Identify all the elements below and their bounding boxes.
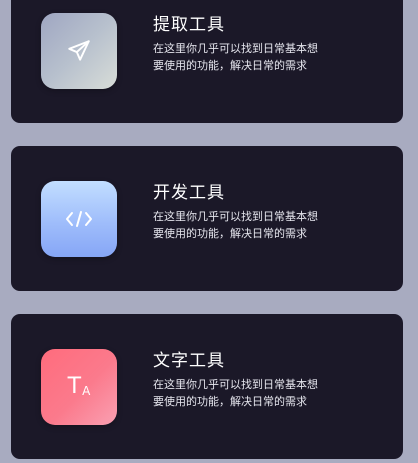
- text-icon-big-letter: T: [67, 374, 82, 399]
- code-icon: [66, 211, 92, 227]
- paper-plane-icon: [68, 40, 90, 61]
- text-size-icon: T A: [68, 376, 91, 398]
- text-icon-small-letter: A: [82, 384, 91, 398]
- tool-card-text[interactable]: T A 文字工具 在这里你几乎可以找到日常基本想要使用的功能，解决日常的需求: [11, 314, 403, 459]
- card-title: 开发工具: [153, 183, 225, 203]
- text-tool-icon-tile: T A: [41, 349, 117, 425]
- card-description: 在这里你几乎可以找到日常基本想要使用的功能，解决日常的需求: [153, 378, 318, 408]
- extract-tool-icon-tile: [41, 13, 117, 89]
- card-title: 提取工具: [153, 15, 225, 35]
- card-description: 在这里你几乎可以找到日常基本想要使用的功能，解决日常的需求: [153, 210, 318, 240]
- tool-card-extract[interactable]: 提取工具 在这里你几乎可以找到日常基本想要使用的功能，解决日常的需求: [11, 0, 403, 123]
- dev-tool-icon-tile: [41, 181, 117, 257]
- card-title: 文字工具: [153, 351, 225, 371]
- card-description: 在这里你几乎可以找到日常基本想要使用的功能，解决日常的需求: [153, 42, 318, 72]
- tool-card-dev[interactable]: 开发工具 在这里你几乎可以找到日常基本想要使用的功能，解决日常的需求: [11, 146, 403, 291]
